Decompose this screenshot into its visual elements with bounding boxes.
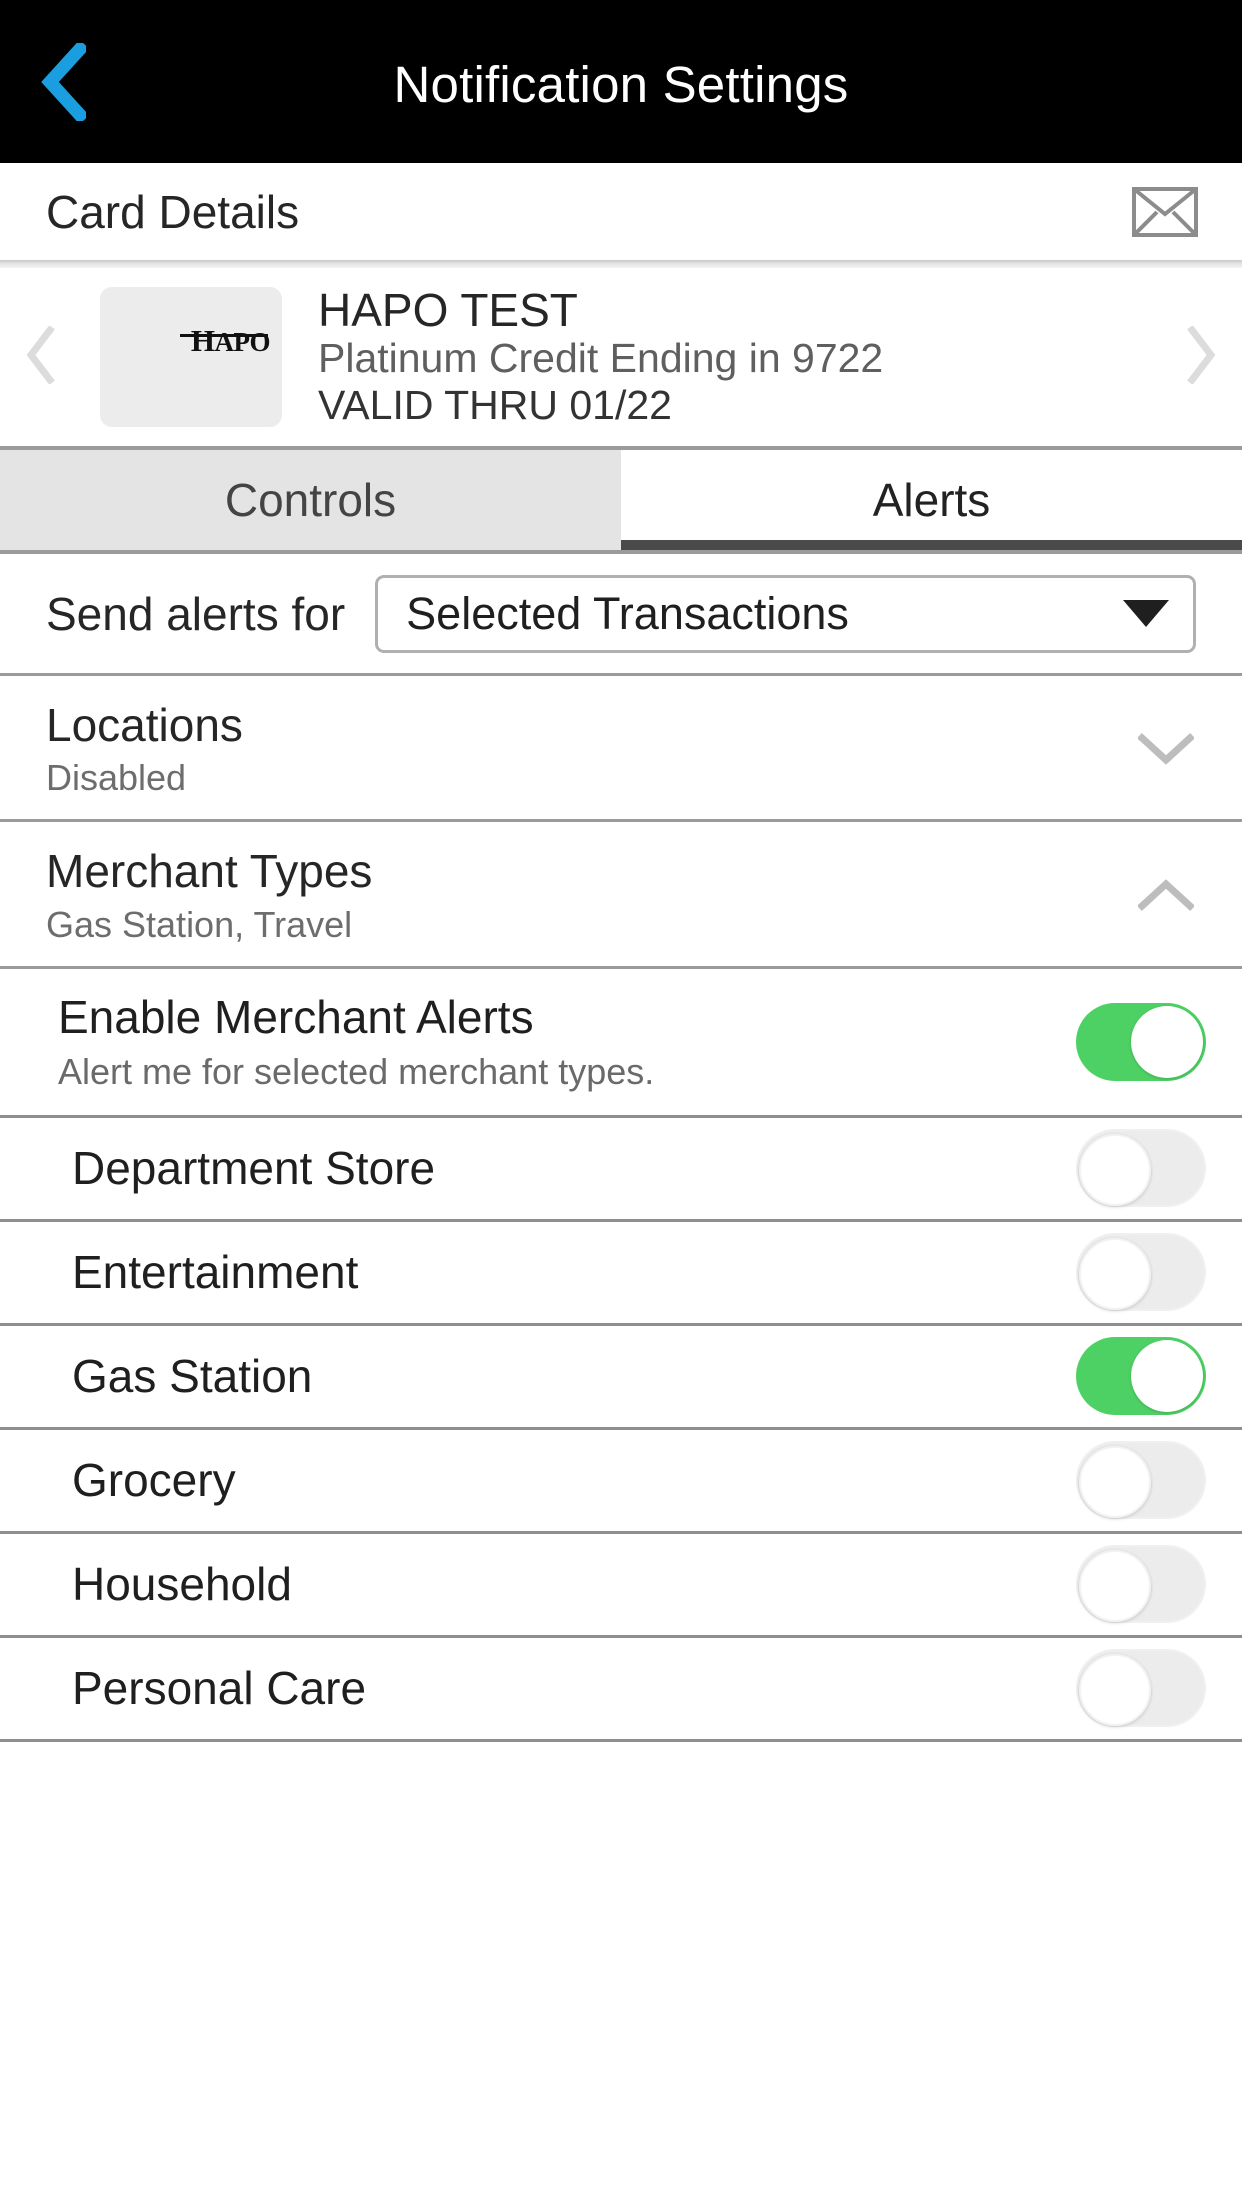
merchant-label-household: Household xyxy=(72,1558,292,1611)
merchant-row-text: Gas Station xyxy=(72,1350,1076,1403)
card-carousel: HAPO HAPO TEST Platinum Credit Ending in… xyxy=(0,268,1242,446)
send-alerts-select[interactable]: Selected Transactions xyxy=(375,574,1196,653)
section-locations-title: Locations xyxy=(46,699,243,751)
card-thumbnail[interactable]: HAPO xyxy=(100,287,282,427)
chevron-left-icon xyxy=(40,42,86,121)
card-info: HAPO TEST Platinum Credit Ending in 9722… xyxy=(318,283,884,429)
list-item: Gas Station xyxy=(0,1325,1242,1430)
toggle-household[interactable] xyxy=(1076,1545,1206,1624)
card-valid-thru: VALID THRU 01/22 xyxy=(318,382,672,429)
toggle-grocery[interactable] xyxy=(1076,1441,1206,1520)
section-merchant-types-text: Merchant Types Gas Station, Travel xyxy=(46,844,1136,945)
tab-alerts[interactable]: Alerts xyxy=(621,450,1242,550)
toggle-department-store[interactable] xyxy=(1076,1129,1206,1208)
section-locations[interactable]: Locations Disabled xyxy=(0,676,1242,823)
enable-merchant-alerts-title: Enable Merchant Alerts xyxy=(58,990,534,1043)
merchant-row-text: Entertainment xyxy=(72,1246,1076,1299)
notification-settings-screen: Notification Settings Card Details HAPO … xyxy=(0,0,1242,2208)
hapo-logo-icon: HAPO xyxy=(179,323,271,358)
merchant-label-personal-care: Personal Care xyxy=(72,1662,367,1715)
tab-controls[interactable]: Controls xyxy=(0,450,621,550)
caret-down-icon xyxy=(1123,600,1169,627)
section-merchant-types-title: Merchant Types xyxy=(46,845,373,898)
list-item: Entertainment xyxy=(0,1221,1242,1326)
card-details-title: Card Details xyxy=(46,185,300,238)
toggle-knob xyxy=(1079,1134,1151,1207)
navigation-bar: Notification Settings xyxy=(0,0,1242,163)
chevron-down-icon[interactable] xyxy=(1136,729,1196,769)
card-details-header: Card Details xyxy=(0,163,1242,260)
toggle-entertainment[interactable] xyxy=(1076,1233,1206,1312)
toggle-knob xyxy=(1079,1654,1151,1727)
merchant-label-grocery: Grocery xyxy=(72,1454,236,1507)
send-alerts-selected-value: Selected Transactions xyxy=(406,587,849,639)
toggle-gas-station[interactable] xyxy=(1076,1337,1206,1416)
carousel-next-button[interactable] xyxy=(1162,324,1242,389)
row-enable-merchant-alerts: Enable Merchant Alerts Alert me for sele… xyxy=(0,968,1242,1118)
list-item: Grocery xyxy=(0,1429,1242,1534)
merchant-row-text: Personal Care xyxy=(72,1662,1076,1715)
section-merchant-types[interactable]: Merchant Types Gas Station, Travel xyxy=(0,822,1242,969)
toggle-knob xyxy=(1079,1550,1151,1623)
enable-merchant-alerts-text: Enable Merchant Alerts Alert me for sele… xyxy=(58,991,1076,1093)
send-alerts-row: Send alerts for Selected Transactions xyxy=(0,554,1242,676)
merchant-label-entertainment: Entertainment xyxy=(72,1246,359,1299)
merchant-row-text: Household xyxy=(72,1558,1076,1611)
list-item: Household xyxy=(0,1533,1242,1638)
enable-merchant-alerts-subtitle: Alert me for selected merchant types. xyxy=(58,1050,655,1092)
toggle-personal-care[interactable] xyxy=(1076,1649,1206,1728)
tab-controls-label: Controls xyxy=(224,474,397,526)
send-alerts-label: Send alerts for xyxy=(46,587,346,640)
tab-alerts-label: Alerts xyxy=(872,474,991,526)
hapo-logo-lead: H xyxy=(190,323,215,358)
toggle-knob xyxy=(1131,1005,1203,1078)
tab-bar: Controls Alerts xyxy=(0,446,1242,554)
toggle-enable-merchant-alerts[interactable] xyxy=(1076,1002,1206,1081)
toggle-knob xyxy=(1131,1340,1203,1413)
merchant-row-text: Grocery xyxy=(72,1454,1076,1507)
list-item: Personal Care xyxy=(0,1637,1242,1742)
section-locations-text: Locations Disabled xyxy=(46,698,1136,799)
chevron-up-icon[interactable] xyxy=(1136,875,1196,915)
logo-swash xyxy=(179,334,268,337)
merchant-row-text: Department Store xyxy=(72,1142,1076,1195)
chevron-left-icon xyxy=(25,324,55,389)
envelope-icon[interactable] xyxy=(1132,186,1198,237)
toggle-knob xyxy=(1079,1238,1151,1311)
back-button[interactable] xyxy=(20,34,106,130)
hapo-logo-rest: APO xyxy=(214,327,271,357)
card-type: Platinum Credit Ending in 9722 xyxy=(318,335,884,382)
toggle-knob xyxy=(1079,1446,1151,1519)
section-divider xyxy=(0,260,1242,268)
list-item: Department Store xyxy=(0,1117,1242,1222)
section-locations-subtitle: Disabled xyxy=(46,757,187,799)
merchant-label-department-store: Department Store xyxy=(72,1142,436,1195)
chevron-right-icon xyxy=(1187,324,1217,389)
carousel-prev-button[interactable] xyxy=(0,324,80,389)
page-title: Notification Settings xyxy=(393,56,849,113)
section-merchant-types-subtitle: Gas Station, Travel xyxy=(46,903,353,945)
card-name: HAPO TEST xyxy=(318,283,578,336)
merchant-label-gas-station: Gas Station xyxy=(72,1350,313,1403)
